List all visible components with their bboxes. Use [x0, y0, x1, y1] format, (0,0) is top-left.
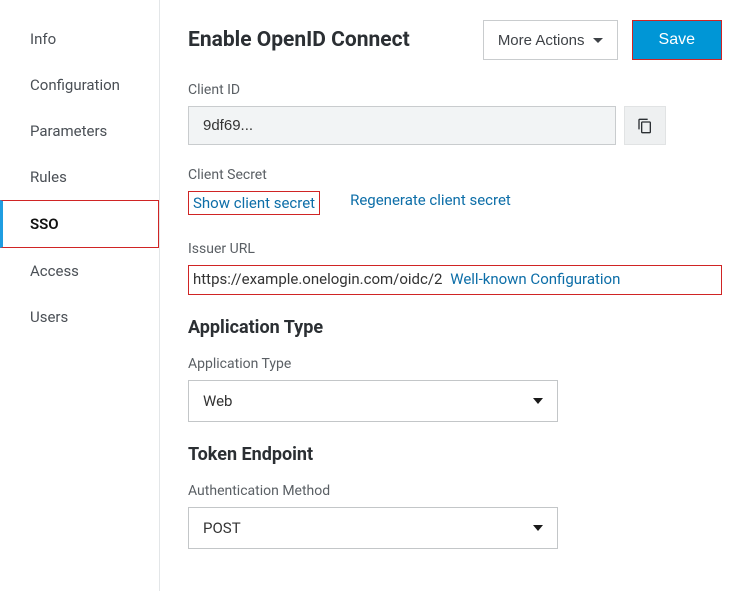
- sidebar-item-label: Rules: [30, 168, 67, 186]
- issuer-url-row: https://example.onelogin.com/oidc/2 Well…: [188, 265, 722, 295]
- copy-icon: [637, 117, 653, 135]
- sidebar-item-label: Configuration: [30, 76, 120, 94]
- issuer-url-value: https://example.onelogin.com/oidc/2: [193, 270, 443, 288]
- sidebar-item-configuration[interactable]: Configuration: [0, 62, 159, 108]
- copy-client-id-button[interactable]: [624, 106, 666, 145]
- client-secret-label: Client Secret: [188, 167, 722, 183]
- main-content: Enable OpenID Connect More Actions Save …: [160, 0, 750, 591]
- issuer-url-label: Issuer URL: [188, 241, 722, 257]
- chevron-down-icon: [533, 525, 543, 531]
- save-label: Save: [659, 31, 695, 48]
- token-endpoint-section-title: Token Endpoint: [188, 444, 722, 465]
- sidebar-item-label: Access: [30, 262, 79, 280]
- sidebar-item-label: Parameters: [30, 122, 107, 140]
- chevron-down-icon: [533, 398, 543, 404]
- sidebar-item-label: SSO: [30, 215, 59, 233]
- more-actions-label: More Actions: [498, 32, 585, 49]
- client-id-input[interactable]: [188, 106, 616, 145]
- sidebar-item-label: Info: [30, 30, 56, 48]
- page-title: Enable OpenID Connect: [188, 28, 410, 52]
- sidebar-item-info[interactable]: Info: [0, 16, 159, 62]
- sidebar-item-sso[interactable]: SSO: [0, 200, 159, 248]
- sidebar-item-users[interactable]: Users: [0, 294, 159, 340]
- application-type-select[interactable]: Web: [188, 380, 558, 422]
- client-id-label: Client ID: [188, 82, 722, 98]
- regenerate-client-secret-link[interactable]: Regenerate client secret: [350, 191, 511, 215]
- auth-method-label: Authentication Method: [188, 483, 722, 499]
- application-type-value: Web: [203, 392, 232, 410]
- sidebar-item-access[interactable]: Access: [0, 248, 159, 294]
- application-type-label: Application Type: [188, 356, 722, 372]
- application-type-section-title: Application Type: [188, 317, 722, 338]
- sidebar-item-label: Users: [30, 308, 68, 326]
- sidebar-item-rules[interactable]: Rules: [0, 154, 159, 200]
- show-client-secret-link[interactable]: Show client secret: [188, 191, 320, 215]
- wellknown-config-link[interactable]: Well-known Configuration: [450, 270, 620, 288]
- more-actions-button[interactable]: More Actions: [483, 20, 618, 60]
- save-button[interactable]: Save: [632, 20, 722, 60]
- sidebar-item-parameters[interactable]: Parameters: [0, 108, 159, 154]
- chevron-down-icon: [593, 38, 603, 43]
- auth-method-select[interactable]: POST: [188, 507, 558, 549]
- sidebar: Info Configuration Parameters Rules SSO …: [0, 0, 160, 591]
- auth-method-value: POST: [203, 519, 241, 537]
